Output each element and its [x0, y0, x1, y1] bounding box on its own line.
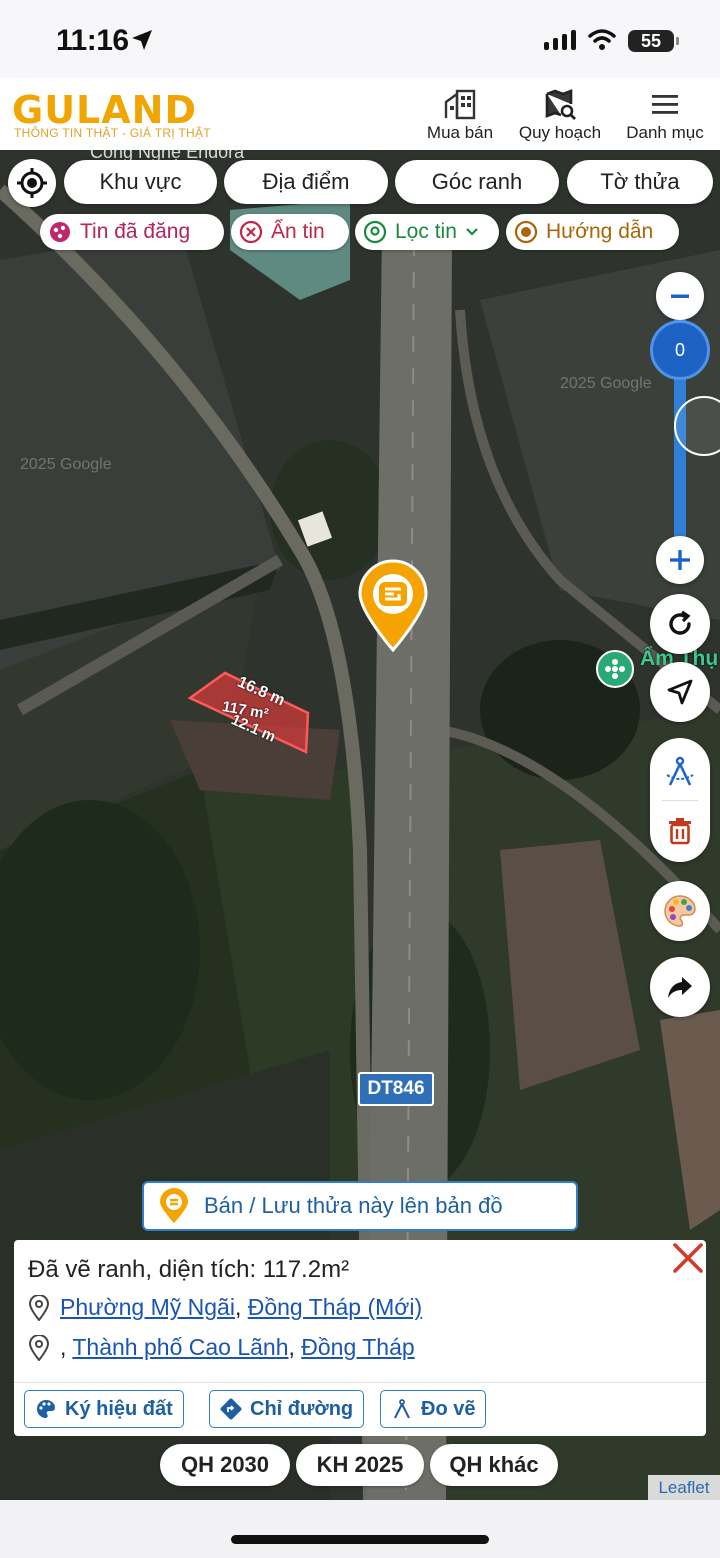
location-arrow-icon [132, 30, 152, 50]
nav-label: Mua bán [426, 123, 494, 142]
land-symbol-button[interactable]: Ký hiệu đất [24, 1390, 184, 1428]
battery-indicator: 55 [628, 30, 674, 52]
close-card-button[interactable] [670, 1240, 706, 1281]
nav-quy-hoach[interactable]: Quy hoạch [512, 88, 608, 143]
close-icon [673, 1243, 703, 1273]
battery-cap [676, 37, 679, 45]
nav-label: Quy hoạch [518, 123, 602, 142]
chip-huong-dan[interactable]: Hướng dẫn [506, 214, 679, 250]
location-pin-icon[interactable] [356, 558, 430, 652]
measure-draw-button[interactable]: Đo vẽ [380, 1390, 487, 1428]
action-label: Ký hiệu đất [65, 1397, 173, 1420]
qh-2030-button[interactable]: QH 2030 [160, 1444, 290, 1486]
refresh-button[interactable] [650, 594, 710, 654]
palette-icon [37, 1400, 55, 1418]
action-label: Chỉ đường [250, 1397, 354, 1420]
directions-button[interactable]: Chỉ đường [209, 1390, 365, 1428]
menu-icon [617, 88, 713, 120]
trash-icon [669, 818, 691, 845]
directions-icon [220, 1398, 242, 1420]
map-pin-icon [28, 1334, 50, 1361]
plus-icon [670, 550, 690, 570]
delete-button[interactable] [650, 804, 710, 858]
chip-tin-da-dang[interactable]: Tin đã đăng [40, 214, 224, 250]
address-row-new: Phường Mỹ Ngãi, Đồng Tháp (Mới) [28, 1294, 422, 1321]
draw-tools-group [650, 738, 710, 862]
divider [662, 800, 698, 801]
map-pin-icon [28, 1294, 50, 1321]
chevron-down-icon [466, 228, 478, 236]
minus-icon [671, 294, 689, 298]
map-search-icon [512, 88, 608, 120]
measure-button[interactable] [650, 744, 710, 800]
signal-icon [544, 30, 576, 50]
share-arrow-icon [668, 977, 692, 998]
ward-link[interactable]: Phường Mỹ Ngãi [60, 1294, 235, 1320]
imagery-watermark: 2025 Google [20, 456, 112, 473]
zoom-in-button[interactable] [656, 536, 704, 584]
building-icon [412, 88, 508, 120]
city-link[interactable]: Thành phố Cao Lãnh [72, 1334, 288, 1360]
status-bar: 11:16 55 [0, 0, 720, 78]
province-old-link[interactable]: Đồng Tháp [301, 1334, 414, 1360]
chip-label: Hướng dẫn [546, 220, 654, 243]
chip-label: Tin đã đăng [80, 220, 191, 243]
address-row-old: , Thành phố Cao Lãnh, Đồng Tháp [28, 1334, 415, 1361]
province-new-link[interactable]: Đồng Tháp (Mới) [248, 1294, 422, 1320]
save-parcel-label: Bán / Lưu thửa này lên bản đồ [204, 1193, 503, 1218]
chip-label: Ẩn tin [271, 220, 325, 243]
action-label: Đo vẽ [421, 1397, 476, 1420]
logo-tagline: THÔNG TIN THẬT - GIÁ TRỊ THẬT [14, 126, 211, 140]
bottom-safe-area [0, 1500, 720, 1558]
address-prefix: , [60, 1334, 67, 1360]
share-button[interactable] [650, 957, 710, 1017]
refresh-icon [669, 610, 691, 635]
restaurant-poi-icon[interactable] [596, 650, 634, 688]
palette-circle-icon [50, 222, 70, 242]
close-circle-icon [239, 220, 263, 244]
chip-label: Lọc tin [395, 220, 457, 243]
divider [14, 1382, 706, 1383]
parcel-info-card: Đã vẽ ranh, diện tích: 117.2m² Phường Mỹ… [14, 1240, 706, 1436]
filter-goc-ranh[interactable]: Góc ranh [395, 160, 559, 204]
palette-icon [664, 895, 696, 927]
leaflet-attribution[interactable]: Leaflet [648, 1475, 720, 1500]
filter-to-thua[interactable]: Tờ thửa [567, 160, 713, 204]
qh-khac-button[interactable]: QH khác [430, 1444, 558, 1486]
wifi-icon [588, 29, 616, 50]
zoom-out-button[interactable] [656, 272, 704, 320]
nav-danh-muc[interactable]: Danh mục [617, 88, 713, 143]
location-circle-icon [363, 220, 387, 244]
kh-2025-button[interactable]: KH 2025 [296, 1444, 424, 1486]
navigation-arrow-icon [667, 679, 693, 705]
crosshair-icon [17, 168, 47, 198]
compass-measure-icon [666, 756, 694, 786]
navigate-button[interactable] [650, 662, 710, 722]
status-time: 11:16 [56, 24, 129, 57]
imagery-watermark-right: 2025 Google [560, 375, 652, 392]
nav-mua-ban[interactable]: Mua bán [412, 88, 508, 143]
app-header: GULAND THÔNG TIN THẬT - GIÁ TRỊ THẬT Mua… [0, 78, 720, 150]
zoom-control: 0 [650, 272, 720, 584]
locate-me-button[interactable] [8, 159, 56, 207]
save-parcel-banner[interactable]: Bán / Lưu thửa này lên bản đồ [142, 1181, 578, 1231]
filter-dia-diem[interactable]: Địa điểm [224, 160, 388, 204]
play-circle-icon [514, 220, 538, 244]
road-shield: DT846 [358, 1072, 434, 1106]
chip-an-tin[interactable]: Ẩn tin [231, 214, 349, 250]
nav-label: Danh mục [626, 123, 704, 142]
parcel-info-title: Đã vẽ ranh, diện tích: 117.2m² [28, 1256, 350, 1283]
zoom-level-indicator: 0 [650, 320, 710, 380]
chip-loc-tin[interactable]: Lọc tin [355, 214, 499, 250]
compass-measure-icon [394, 1399, 410, 1419]
home-indicator[interactable] [231, 1535, 489, 1544]
color-palette-button[interactable] [650, 881, 710, 941]
guland-pin-icon [160, 1188, 188, 1223]
filter-khu-vuc[interactable]: Khu vực [64, 160, 217, 204]
